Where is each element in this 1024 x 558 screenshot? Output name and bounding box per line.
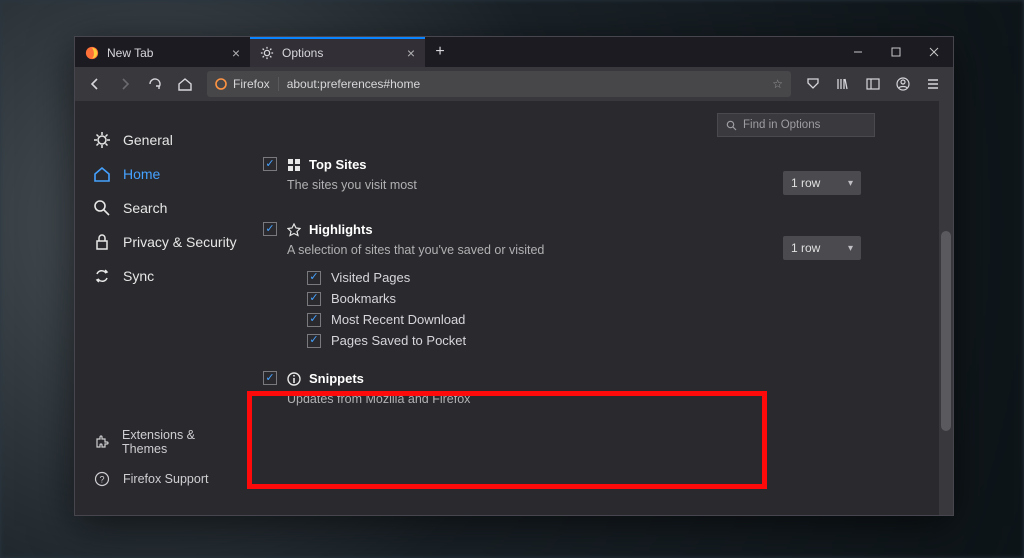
sidebar-item-extensions[interactable]: Extensions & Themes [75,421,255,463]
close-button[interactable] [915,37,953,67]
preferences-main: Find in Options Top Sites The sites you … [255,101,953,515]
firefox-icon [215,78,227,90]
home-button[interactable] [171,70,199,98]
close-icon[interactable]: × [407,45,415,61]
scrollbar-thumb[interactable] [941,231,951,431]
gear-icon [260,46,274,60]
reload-button[interactable] [141,70,169,98]
sidebar-item-search[interactable]: Search [75,191,255,225]
identity-label: Firefox [233,77,270,91]
sidebar-item-label: Privacy & Security [123,234,237,250]
url-bar[interactable]: Firefox about:preferences#home ☆ [207,71,791,97]
home-icon [93,165,111,183]
chevron-down-icon: ▾ [848,178,853,189]
chevron-down-icon: ▾ [848,243,853,254]
url-text: about:preferences#home [287,77,420,91]
checkbox-pocket[interactable] [307,334,321,348]
question-icon: ? [93,470,111,488]
section-title: Snippets [309,371,364,386]
find-in-options[interactable]: Find in Options [717,113,875,137]
gear-icon [93,131,111,149]
search-icon [93,199,111,217]
tab-label: New Tab [107,46,153,60]
section-title: Highlights [309,222,373,237]
firefox-icon [85,46,99,60]
section-desc: Updates from Mozilla and Firefox [287,392,953,406]
sub-item-label: Pages Saved to Pocket [331,333,466,348]
search-placeholder: Find in Options [743,119,820,131]
sidebar-item-sync[interactable]: Sync [75,259,255,293]
tab-new-tab[interactable]: New Tab × [75,37,250,67]
highlights-rows-select[interactable]: 1 row ▾ [783,236,861,260]
sidebar-item-home[interactable]: Home [75,157,255,191]
close-icon[interactable]: × [232,45,240,61]
highlights-icon [287,223,301,237]
window-controls [839,37,953,67]
checkbox-bookmarks[interactable] [307,292,321,306]
select-value: 1 row [791,241,820,255]
preferences-content: General Home Search Privacy & Security S… [75,101,953,515]
identity-box[interactable]: Firefox [215,77,279,91]
sidebar-item-label: General [123,132,173,148]
lock-icon [93,233,111,251]
grid-icon [287,158,301,172]
sidebar-item-support[interactable]: ? Firefox Support [75,463,255,495]
svg-text:?: ? [99,475,104,485]
sub-item-label: Most Recent Download [331,312,465,327]
checkbox-recent-download[interactable] [307,313,321,327]
tab-strip: New Tab × Options × + [75,37,953,67]
nav-toolbar: Firefox about:preferences#home ☆ [75,67,953,101]
sidebar-item-label: Search [123,200,167,216]
checkbox-top-sites[interactable] [263,157,277,171]
account-button[interactable] [889,70,917,98]
checkbox-visited-pages[interactable] [307,271,321,285]
search-icon [726,120,737,131]
tab-label: Options [282,46,323,60]
section-title: Top Sites [309,157,367,172]
browser-window: New Tab × Options × + Firefox about:p [74,36,954,516]
sidebar-item-privacy[interactable]: Privacy & Security [75,225,255,259]
puzzle-icon [93,433,110,451]
tab-options[interactable]: Options × [250,37,425,67]
sidebar-item-general[interactable]: General [75,123,255,157]
select-value: 1 row [791,176,820,190]
sync-icon [93,267,111,285]
sidebar-item-label: Extensions & Themes [122,428,237,456]
preferences-sidebar: General Home Search Privacy & Security S… [75,101,255,515]
sidebar-item-label: Sync [123,268,154,284]
save-to-pocket-button[interactable] [799,70,827,98]
sub-item-label: Bookmarks [331,291,396,306]
sidebar-item-label: Home [123,166,160,182]
library-button[interactable] [829,70,857,98]
top-sites-rows-select[interactable]: 1 row ▾ [783,171,861,195]
sidebar-item-label: Firefox Support [123,472,208,486]
scrollbar[interactable] [939,101,953,515]
maximize-button[interactable] [877,37,915,67]
info-icon [287,372,301,386]
new-tab-button[interactable]: + [425,37,455,67]
menu-button[interactable] [919,70,947,98]
sub-item-label: Visited Pages [331,270,410,285]
sidebar-button[interactable] [859,70,887,98]
bookmark-star-icon[interactable]: ☆ [772,77,783,91]
minimize-button[interactable] [839,37,877,67]
forward-button[interactable] [111,70,139,98]
checkbox-snippets[interactable] [263,371,277,385]
checkbox-highlights[interactable] [263,222,277,236]
back-button[interactable] [81,70,109,98]
